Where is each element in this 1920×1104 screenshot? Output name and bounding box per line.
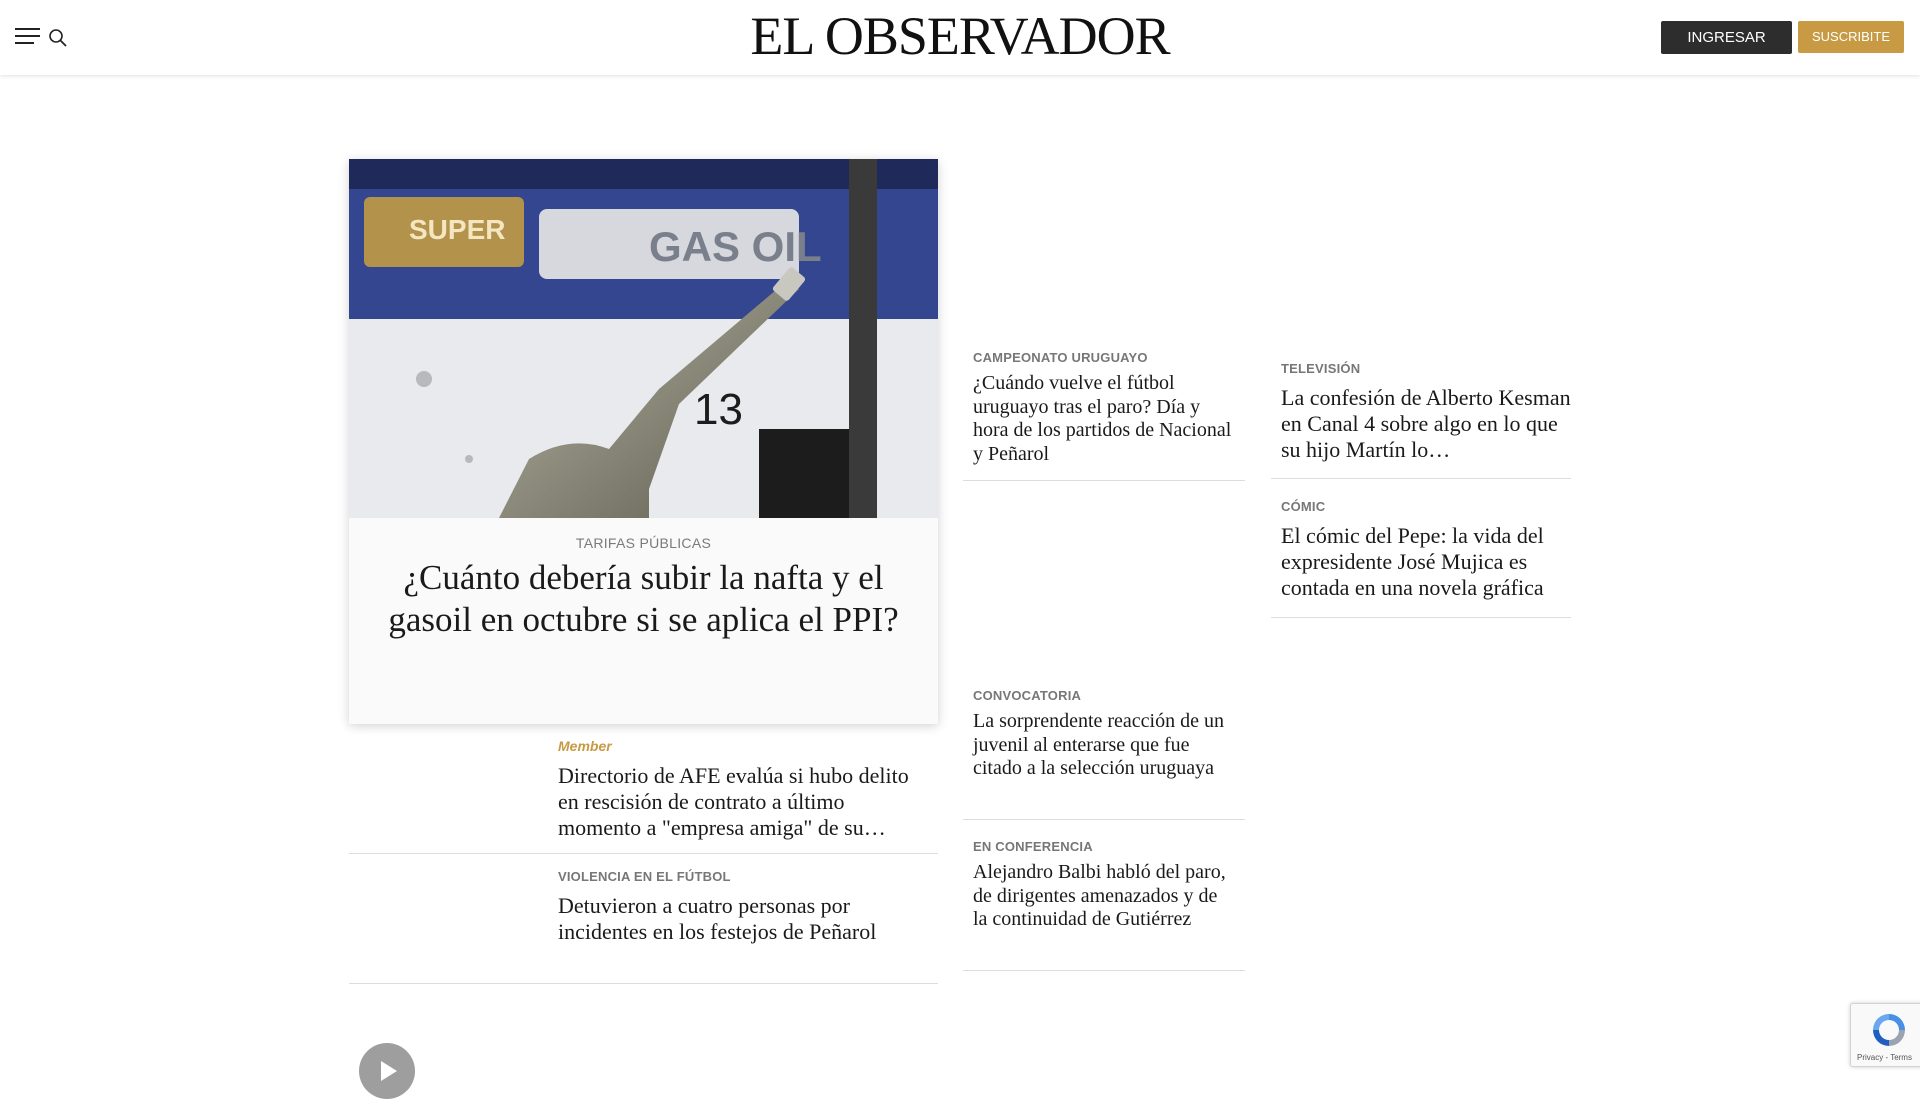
- divider: [963, 819, 1245, 820]
- middle-story-3-title[interactable]: Alejandro Balbi habló del paro, de dirig…: [973, 861, 1235, 932]
- site-logo[interactable]: EL OBSERVADOR: [720, 6, 1200, 66]
- right-story-2-title[interactable]: El cómic del Pepe: la vida del expreside…: [1281, 523, 1571, 601]
- play-icon: [381, 1061, 397, 1081]
- site-header: EL OBSERVADOR INGRESAR SUSCRIBITE: [0, 0, 1920, 75]
- left-story-1-title[interactable]: Directorio de AFE evalúa si hubo delito …: [558, 763, 928, 841]
- featured-story-image[interactable]: SUPER GAS OIL 13: [349, 159, 938, 518]
- middle-story-1-kicker: CAMPEONATO URUGUAYO: [973, 350, 1148, 365]
- right-story-1-kicker: TELEVISIÓN: [1281, 361, 1361, 376]
- pump-label-super: SUPER: [409, 214, 505, 245]
- divider: [1271, 478, 1571, 479]
- member-badge: Member: [558, 738, 612, 754]
- left-story-1[interactable]: Member Directorio de AFE evalúa si hubo …: [558, 738, 928, 841]
- subscribe-button[interactable]: SUSCRIBITE: [1798, 21, 1904, 53]
- right-story-2[interactable]: CÓMIC El cómic del Pepe: la vida del exp…: [1281, 499, 1571, 601]
- featured-story-kicker: TARIFAS PÚBLICAS: [575, 535, 712, 551]
- login-button[interactable]: INGRESAR: [1661, 21, 1792, 54]
- divider: [349, 853, 938, 854]
- divider: [1271, 617, 1571, 618]
- middle-story-3-kicker: EN CONFERENCIA: [973, 839, 1093, 854]
- search-icon[interactable]: [48, 28, 68, 48]
- hamburger-menu-icon[interactable]: [15, 28, 40, 46]
- middle-story-3[interactable]: EN CONFERENCIA Alejandro Balbi habló del…: [973, 839, 1235, 932]
- middle-story-2-kicker: CONVOCATORIA: [973, 688, 1082, 703]
- right-story-1-title[interactable]: La confesión de Alberto Kesman en Canal …: [1281, 385, 1571, 463]
- recaptcha-icon: [1873, 1014, 1905, 1046]
- divider: [963, 970, 1245, 971]
- featured-story-title[interactable]: ¿Cuánto debería subir la nafta y el gaso…: [379, 557, 908, 641]
- recaptcha-links[interactable]: Privacy - Terms: [1857, 1053, 1912, 1062]
- right-story-1[interactable]: TELEVISIÓN La confesión de Alberto Kesma…: [1281, 361, 1571, 463]
- middle-story-1[interactable]: CAMPEONATO URUGUAYO ¿Cuándo vuelve el fú…: [973, 350, 1235, 466]
- divider: [963, 480, 1245, 481]
- left-story-2-kicker: VIOLENCIA EN EL FÚTBOL: [558, 869, 731, 884]
- right-story-2-kicker: CÓMIC: [1281, 499, 1326, 514]
- pump-number-13: 13: [694, 385, 743, 434]
- divider: [349, 983, 938, 984]
- video-play-button[interactable]: [359, 1043, 415, 1099]
- middle-story-2-title[interactable]: La sorprendente reacción de un juvenil a…: [973, 710, 1235, 781]
- left-story-2-title[interactable]: Detuvieron a cuatro personas por inciden…: [558, 893, 928, 945]
- featured-story-card[interactable]: SUPER GAS OIL 13 TARIFAS PÚBLICAS ¿Cuánt…: [349, 159, 938, 724]
- middle-story-2[interactable]: CONVOCATORIA La sorprendente reacción de…: [973, 688, 1235, 781]
- left-story-2[interactable]: VIOLENCIA EN EL FÚTBOL Detuvieron a cuat…: [558, 869, 928, 945]
- middle-story-1-title[interactable]: ¿Cuándo vuelve el fútbol uruguayo tras e…: [973, 372, 1235, 466]
- pump-label-gas-oil: GAS OIL: [649, 223, 822, 270]
- recaptcha-badge[interactable]: Privacy - Terms: [1850, 1003, 1920, 1067]
